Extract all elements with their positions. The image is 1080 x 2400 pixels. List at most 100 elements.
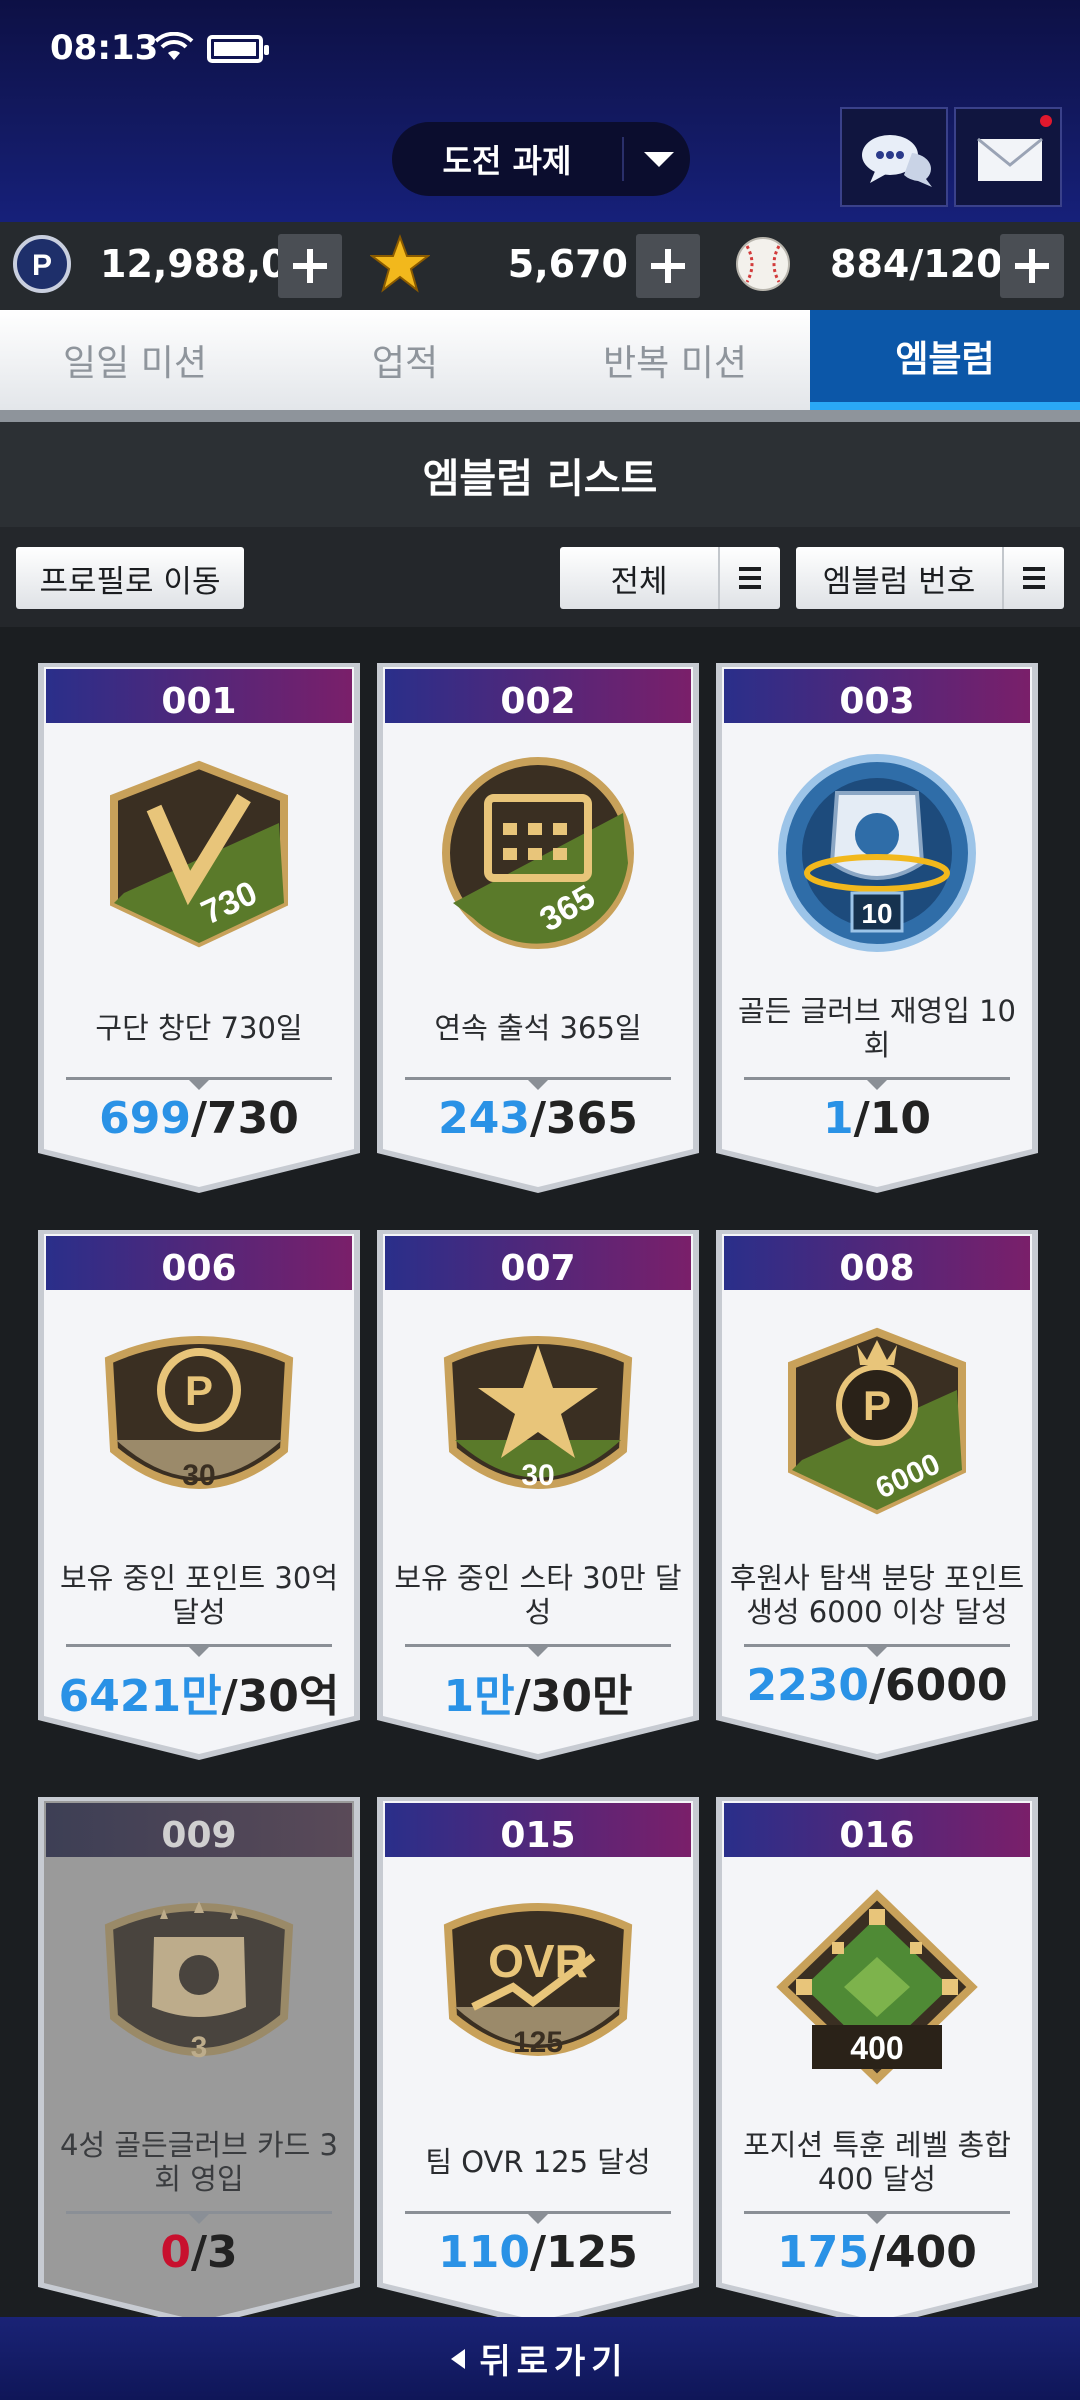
divider-arrow-icon [528, 1080, 548, 1090]
back-label: 뒤로가기 [479, 2342, 629, 2382]
emblem-card[interactable]: 009 3 4성 골든글러브 카드 3회 영입 0/3 [38, 1797, 360, 2317]
battery-icon [207, 35, 269, 63]
sort-emblem-number-dropdown[interactable]: 엠블럼 번호 [796, 547, 1064, 609]
emblem-number: 008 [839, 1248, 915, 1289]
sort-label: 엠블럼 번호 [822, 563, 976, 600]
emblem-list-title: 엠블럼 리스트 [0, 422, 1080, 527]
add-stars-button[interactable] [636, 234, 700, 298]
points-value: 12,988,018 [100, 242, 341, 286]
progress-total: /30억 [221, 1671, 340, 1722]
svg-text:P: P [863, 1382, 891, 1429]
emblem-title: 연속 출석 365일 [434, 1011, 642, 1045]
emblem-card[interactable]: 008 P 6000 후원사 탐색 분당 포인트 생성 6000 이상 달성 2… [716, 1230, 1038, 1760]
go-to-profile-button[interactable]: 프로필로 이동 [16, 547, 244, 609]
progress-total: /400 [868, 2227, 977, 2278]
menu-icon [1002, 547, 1064, 609]
emblem-grid: 001 730 구단 창단 730일 699/730 002 365 연속 출석… [0, 627, 1080, 2317]
progress-current: 175 [777, 2227, 869, 2278]
chat-button[interactable] [840, 107, 948, 207]
tab-underline [0, 410, 1080, 422]
svg-text:P: P [185, 1367, 213, 1414]
divider-arrow-icon [189, 1080, 209, 1090]
mail-button[interactable] [954, 107, 1062, 207]
emblem-number: 002 [500, 681, 576, 722]
emblem-number: 003 [839, 681, 915, 722]
tab-emblem[interactable]: 엠블럼 [810, 310, 1080, 410]
chevron-down-icon [644, 151, 674, 167]
emblem-card[interactable]: 015 OVR 125 팀 OVR 125 달성 110/125 [377, 1797, 699, 2317]
notification-dot [1040, 115, 1052, 127]
baseball-icon [736, 237, 790, 291]
progress-current: 1만 [443, 1671, 515, 1722]
progress-total: /30만 [514, 1671, 633, 1722]
svg-text:125: 125 [513, 2026, 563, 2059]
filter-all-label: 전체 [610, 563, 668, 600]
svg-text:30: 30 [521, 1459, 554, 1492]
emblem-progress: 1/10 [716, 1093, 1038, 1144]
progress-current: 2230 [746, 1660, 869, 1711]
emblem-number: 001 [161, 681, 237, 722]
svg-text:400: 400 [850, 2030, 903, 2066]
emblem-progress: 1만/30만 [377, 1660, 699, 1724]
progress-total: /730 [190, 1093, 299, 1144]
menu-icon [718, 547, 780, 609]
back-arrow-icon [451, 2348, 466, 2369]
emblem-title: 보유 중인 스타 30만 달성 [394, 1561, 682, 1629]
emblem-title: 팀 OVR 125 달성 [425, 2145, 651, 2179]
emblem-number: 015 [500, 1815, 576, 1856]
field-400-badge-icon: 400 [776, 1889, 978, 2085]
wifi-icon [154, 32, 194, 60]
divider-arrow-icon [867, 1080, 887, 1090]
divider-arrow-icon [189, 2214, 209, 2224]
emblem-progress: 243/365 [377, 1093, 699, 1144]
star-30-badge-icon: 30 [443, 1336, 633, 1492]
tab-achievements[interactable]: 업적 [270, 310, 540, 410]
divider-arrow-icon [867, 1647, 887, 1657]
emblem-title: 구단 창단 730일 [95, 1011, 303, 1045]
progress-current: 0 [160, 2227, 191, 2278]
svg-text:3: 3 [191, 2031, 208, 2064]
currency-bar: P 12,988,018 5,670 884/120 [0, 222, 1080, 310]
svg-text:10: 10 [861, 898, 892, 929]
emblem-number: 007 [500, 1248, 576, 1289]
filter-all-dropdown[interactable]: 전체 [560, 547, 780, 609]
emblem-title: 보유 중인 포인트 30억 달성 [60, 1561, 338, 1629]
divider-arrow-icon [528, 1647, 548, 1657]
emblem-number: 016 [839, 1815, 915, 1856]
emblem-card[interactable]: 003 10 골든 글러브 재영입 10회 1/10 [716, 663, 1038, 1193]
filter-bar: 프로필로 이동 전체 엠블럼 번호 [0, 527, 1080, 627]
add-points-button[interactable] [278, 234, 342, 298]
emblem-number: 009 [161, 1815, 237, 1856]
emblem-progress: 2230/6000 [716, 1660, 1038, 1711]
v-730-badge-icon: 730 [110, 760, 288, 948]
emblem-title: 포지션 특훈 레벨 총합 400 달성 [743, 2128, 1011, 2196]
tab-daily-mission[interactable]: 일일 미션 [0, 310, 270, 410]
emblem-card[interactable]: 001 730 구단 창단 730일 699/730 [38, 663, 360, 1193]
tab-repeat-mission[interactable]: 반복 미션 [540, 310, 810, 410]
emblem-progress: 6421만/30억 [38, 1660, 360, 1724]
progress-total: /125 [529, 2227, 638, 2278]
back-button[interactable]: 뒤로가기 [0, 2317, 1080, 2400]
tab-bar: 일일 미션 업적 반복 미션 엠블럼 [0, 310, 1080, 410]
progress-total: /365 [529, 1093, 638, 1144]
divider-arrow-icon [189, 1647, 209, 1657]
emblem-card[interactable]: 007 30 보유 중인 스타 30만 달성 1만/30만 [377, 1230, 699, 1760]
emblem-card[interactable]: 006 P 30 보유 중인 포인트 30억 달성 6421만/30억 [38, 1230, 360, 1760]
add-balls-button[interactable] [1000, 234, 1064, 298]
divider-arrow-icon [867, 2214, 887, 2224]
balls-value: 884/120 [830, 242, 1003, 286]
challenge-dropdown[interactable]: 도전 과제 [392, 122, 690, 196]
stars-value: 5,670 [507, 242, 628, 286]
calendar-365-badge-icon: 365 [442, 757, 634, 949]
emblem-card[interactable]: 016 400 포지션 특훈 레벨 총합 400 달성 175/400 [716, 1797, 1038, 2317]
chat-bubbles-icon [862, 135, 932, 187]
status-time: 08:13 [50, 28, 159, 68]
golden-glove-10-badge-icon: 10 [778, 754, 976, 952]
emblem-card[interactable]: 002 365 연속 출석 365일 243/365 [377, 663, 699, 1193]
emblem-progress: 175/400 [716, 2227, 1038, 2278]
progress-current: 6421만 [58, 1671, 222, 1722]
progress-total: /6000 [868, 1660, 1008, 1711]
ovr-125-badge-icon: OVR 125 [443, 1903, 633, 2059]
points-coin-icon: P [13, 235, 71, 293]
progress-current: 243 [438, 1093, 530, 1144]
